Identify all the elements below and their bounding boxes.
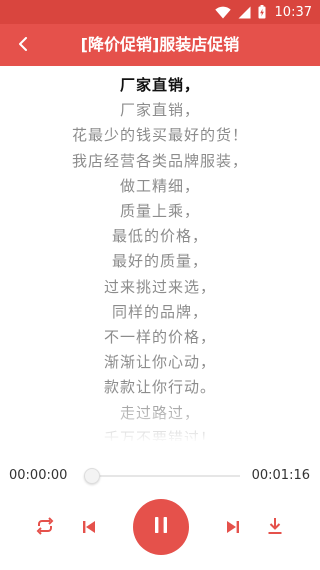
signal-icon	[238, 6, 251, 19]
wifi-icon	[214, 6, 231, 19]
lyric-line: 厂家直销，	[119, 76, 200, 94]
lyric-line: 最好的质量，	[111, 252, 208, 271]
battery-icon	[258, 5, 266, 19]
seek-thumb[interactable]	[84, 468, 100, 484]
lyrics-panel[interactable]: 厂家直销， 厂家直销， 花最少的钱买最好的货！ 我店经营各类品牌服装， 做工精细， 质量上…	[0, 66, 320, 441]
lyric-line: 厂家直销，	[119, 101, 200, 120]
repeat-button[interactable]	[33, 516, 57, 540]
lyric-line: 质量上乘，	[119, 202, 200, 220]
previous-button[interactable]	[77, 516, 101, 540]
playback-controls	[0, 496, 320, 560]
download-button[interactable]	[263, 516, 287, 540]
lyric-line: 过来挑过来选，	[103, 277, 216, 296]
pause-icon	[153, 516, 169, 538]
lyrics-fade-overlay	[0, 396, 320, 441]
seek-track[interactable]	[84, 468, 240, 484]
progress-bar: 00:00:00 00:01:16	[0, 462, 320, 490]
lyric-line: 最低的价格，	[111, 227, 208, 246]
skip-next-icon	[226, 519, 240, 538]
lyric-line: 做工精细，	[119, 176, 200, 195]
toolbar: [降价促销]服装店促销	[0, 24, 320, 66]
page-title: [降价促销]服装店促销	[80, 35, 240, 54]
total-time: 00:01:16	[251, 468, 310, 483]
pause-button[interactable]	[133, 499, 189, 555]
repeat-icon	[35, 517, 55, 539]
download-icon	[267, 517, 283, 539]
lyric-line: 渐渐让你心动，	[103, 353, 216, 372]
lyric-line: 不一样的价格，	[103, 328, 216, 346]
status-time: 10:37	[274, 4, 312, 20]
music-player-screen: 10:37 [降价促销]服装店促销 厂家直销， 厂家直销， 花最少的钱买最好的货！ 我…	[0, 0, 320, 570]
lyric-line: 同样的品牌，	[111, 302, 208, 321]
skip-previous-icon	[82, 519, 96, 538]
lyric-line: 花最少的钱买最好的货！	[71, 126, 248, 145]
status-bar: 10:37	[0, 0, 320, 24]
lyric-line: 款款让你行动。	[103, 378, 216, 397]
next-button[interactable]	[221, 516, 245, 540]
lyric-line: 我店经营各类品牌服装，	[71, 151, 248, 170]
current-time: 00:00:00	[9, 468, 68, 483]
